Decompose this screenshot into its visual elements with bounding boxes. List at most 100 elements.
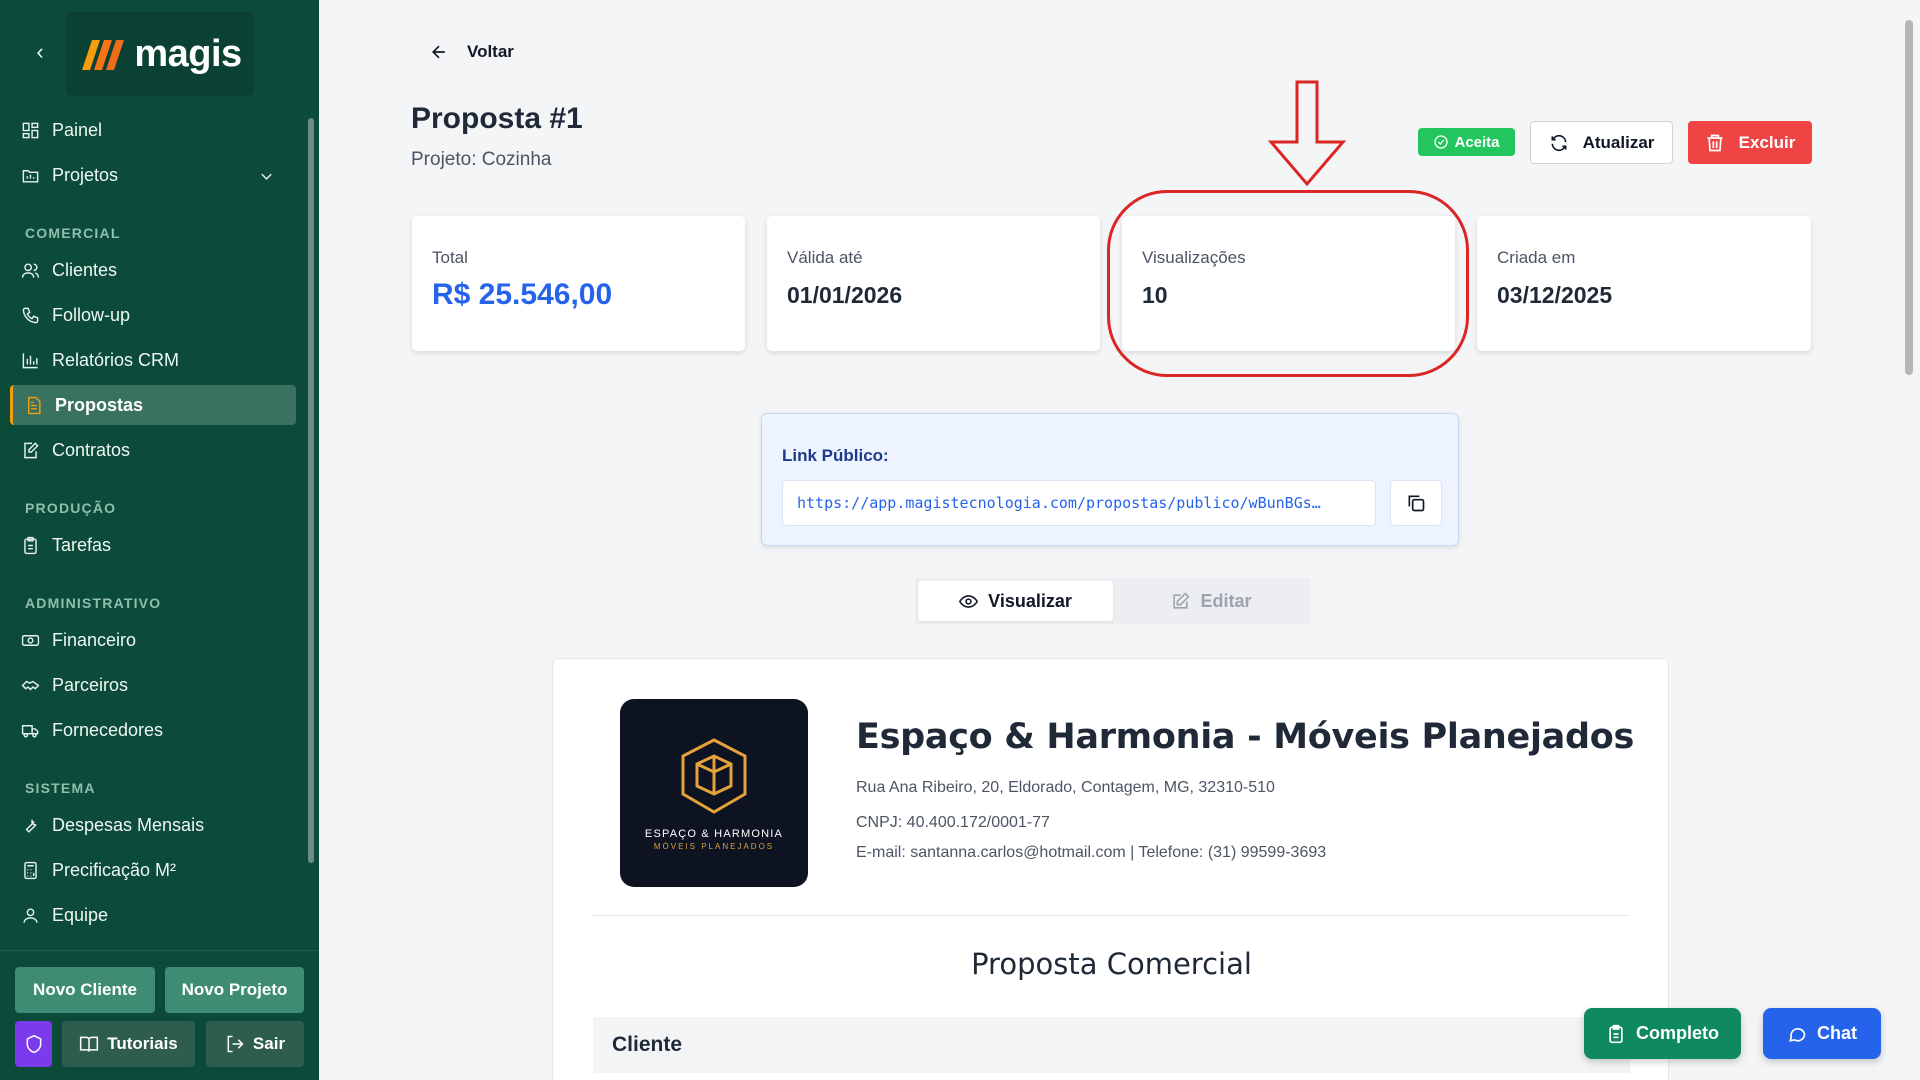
logo-line1: ESPAÇO & HARMONIA: [644, 827, 784, 840]
stat-label: Válida até: [787, 248, 863, 267]
sidebar-item-equipe[interactable]: Equipe: [10, 895, 296, 935]
logout-label: Sair: [252, 1034, 286, 1053]
stat-card-total: Total R$ 25.546,00: [412, 216, 745, 351]
sidebar-item-label: Financeiro: [52, 629, 137, 650]
sidebar-item-clientes[interactable]: Clientes: [10, 250, 296, 290]
sidebar-item-label: Propostas: [55, 394, 144, 415]
completo-label: Completo: [1636, 1023, 1719, 1043]
tutorials-button[interactable]: Tutoriais: [62, 1021, 195, 1067]
sidebar-item-painel[interactable]: Painel: [10, 110, 296, 150]
sidebar-item-label: Clientes: [52, 259, 118, 280]
status-badge: Aceita: [1418, 128, 1515, 156]
sidebar-item-despesas[interactable]: Despesas Mensais: [10, 805, 296, 845]
sidebar-item-projetos[interactable]: Projetos: [10, 155, 296, 195]
sidebar-item-propostas[interactable]: Propostas: [10, 385, 296, 425]
sidebar-item-label: Parceiros: [52, 674, 129, 695]
completo-button[interactable]: Completo: [1584, 1008, 1741, 1059]
sidebar-item-financeiro[interactable]: Financeiro: [10, 620, 296, 660]
new-project-button[interactable]: Novo Projeto: [165, 967, 304, 1013]
page-subtitle: Projeto: Cozinha: [411, 149, 552, 170]
sidebar-item-label: Fornecedores: [52, 719, 164, 740]
update-label: Atualizar: [1582, 132, 1655, 152]
sidebar-item-label: Contratos: [52, 439, 131, 460]
stat-card-valid-until: Válida até 01/01/2026: [767, 216, 1100, 351]
sidebar-item-tarefas[interactable]: Tarefas: [10, 525, 296, 565]
sidebar-item-label: Precificação M²: [52, 859, 177, 880]
edit-icon: [1173, 591, 1191, 609]
app-logo[interactable]: magis: [66, 12, 254, 96]
sidebar-actions: Novo Cliente Novo Projeto Tutoriais Sair: [0, 950, 319, 1080]
handshake-icon: [21, 680, 40, 690]
sidebar-item-label: Despesas Mensais: [52, 814, 205, 835]
sidebar-item-relatorios[interactable]: Relatórios CRM: [10, 340, 296, 380]
stat-value: 03/12/2025: [1497, 282, 1613, 308]
magis-logo-icon: [82, 40, 125, 70]
back-label: Voltar: [467, 42, 514, 61]
sidebar-item-label: Equipe: [52, 904, 109, 925]
logo-text: magis: [134, 32, 242, 75]
refresh-icon: [1551, 134, 1567, 151]
document-icon: [28, 396, 41, 414]
wrench-icon: [25, 818, 37, 833]
sidebar-item-fornecedores[interactable]: Fornecedores: [10, 710, 296, 750]
copy-link-button[interactable]: [1390, 480, 1442, 526]
sidebar-item-label: Follow-up: [52, 304, 131, 325]
eye-icon: [959, 594, 979, 608]
tab-edit[interactable]: Editar: [1115, 581, 1308, 621]
stat-card-created: Criada em 03/12/2025: [1477, 216, 1811, 351]
chat-button[interactable]: Chat: [1763, 1008, 1881, 1059]
tutorials-label: Tutoriais: [107, 1034, 178, 1053]
section-title-sistema: SISTEMA: [25, 780, 96, 796]
tab-view[interactable]: Visualizar: [918, 581, 1113, 621]
document-edit-icon: [24, 441, 39, 458]
sidebar-scrollbar[interactable]: [308, 118, 314, 863]
sidebar-item-precificacao[interactable]: Precificação M²: [10, 850, 296, 890]
dashboard-icon: [22, 122, 39, 138]
trash-icon: [1707, 134, 1723, 151]
status-badge-label: Aceita: [1454, 133, 1500, 151]
section-title-administrativo: ADMINISTRATIVO: [25, 595, 162, 611]
calculator-icon: [24, 861, 37, 879]
client-section-header: Cliente: [593, 1017, 1630, 1073]
delete-button[interactable]: Excluir: [1688, 121, 1812, 164]
sidebar: ‹ magis Painel Projetos COMERCIAL Client…: [0, 0, 319, 1080]
public-link-title: Link Público:: [782, 446, 889, 465]
tab-view-label: Visualizar: [988, 590, 1072, 611]
bar-chart-icon: [22, 352, 38, 368]
main-content: Voltar Proposta #1 Projeto: Cozinha Acei…: [319, 0, 1900, 1080]
logout-button[interactable]: Sair: [206, 1021, 304, 1067]
collapse-sidebar-icon[interactable]: ‹: [30, 39, 50, 64]
sidebar-item-contratos[interactable]: Contratos: [10, 430, 296, 470]
stat-value: 01/01/2026: [787, 282, 903, 308]
annotation-arrow-icon: [1267, 80, 1347, 187]
proposal-document: ESPAÇO & HARMONIA MÓVEIS PLANEJADOS Espa…: [552, 658, 1669, 1080]
arrow-left-icon: [431, 45, 445, 59]
tab-edit-label: Editar: [1200, 590, 1252, 611]
clipboard-list-icon: [1609, 1024, 1623, 1043]
public-link-card: Link Público: https://app.magistecnologi…: [761, 413, 1459, 546]
page-scrollbar[interactable]: [1905, 20, 1913, 375]
user-icon: [23, 907, 38, 923]
sidebar-item-parceiros[interactable]: Parceiros: [10, 665, 296, 705]
view-edit-tabs: Visualizar Editar: [915, 578, 1311, 624]
sidebar-item-label: Tarefas: [52, 534, 112, 555]
sidebar-item-followup[interactable]: Follow-up: [10, 295, 296, 335]
stat-label: Total: [432, 248, 468, 267]
back-link[interactable]: Voltar: [429, 42, 514, 62]
update-button[interactable]: Atualizar: [1530, 121, 1673, 164]
company-address: Rua Ana Ribeiro, 20, Eldorado, Contagem,…: [856, 779, 1275, 796]
logo-line2: MÓVEIS PLANEJADOS: [653, 841, 775, 851]
clipboard-icon: [24, 536, 37, 554]
sidebar-item-label: Painel: [52, 119, 103, 140]
folder-chart-icon: [22, 169, 39, 183]
book-icon: [80, 1036, 99, 1052]
company-contact: E-mail: santanna.carlos@hotmail.com | Te…: [856, 844, 1327, 861]
new-client-button[interactable]: Novo Cliente: [15, 967, 155, 1013]
banknote-icon: [21, 634, 40, 646]
copy-icon: [1408, 495, 1425, 512]
phone-icon: [22, 307, 39, 323]
shield-button[interactable]: [15, 1021, 52, 1067]
public-link-field[interactable]: https://app.magistecnologia.com/proposta…: [782, 480, 1376, 526]
section-title-comercial: COMERCIAL: [25, 225, 121, 241]
sidebar-item-label: Projetos: [52, 164, 119, 185]
